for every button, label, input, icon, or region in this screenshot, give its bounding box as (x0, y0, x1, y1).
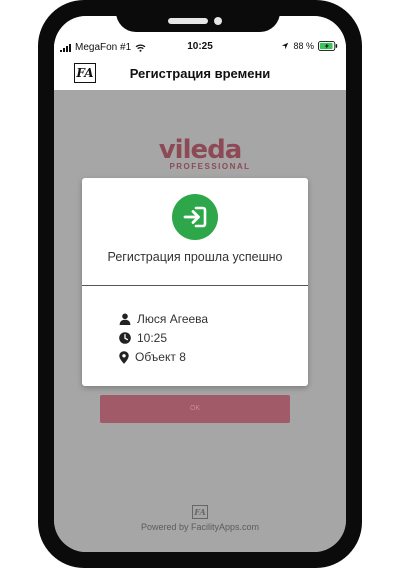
success-dialog: Регистрация прошла успешно Люся Агеева 1… (82, 178, 308, 386)
clock-icon (119, 332, 131, 344)
brand-name: vileda (158, 135, 243, 165)
battery-percent: 88 % (293, 41, 314, 51)
brand-logo: vileda PROFESSIONAL (54, 135, 346, 171)
app-screen: MegaFon #1 10:25 88 % FA Регистрация вре… (54, 16, 346, 552)
location-arrow-icon (282, 42, 289, 50)
location-pin-icon (119, 350, 129, 364)
brand-subtitle: PROFESSIONAL (169, 162, 251, 171)
page-title: Регистрация времени (129, 66, 271, 81)
nav-bar: FA Регистрация времени (54, 60, 346, 90)
success-message: Регистрация прошла успешно (107, 250, 283, 264)
user-name: Люся Агеева (137, 312, 209, 326)
front-camera (214, 17, 222, 25)
info-row-location: Объект 8 (119, 350, 186, 364)
object-name: Объект 8 (135, 350, 186, 364)
footer: FA Powered by FacilityApps.com (54, 502, 346, 532)
phone-notch (116, 0, 280, 32)
divider (82, 285, 308, 286)
info-row-user: Люся Агеева (119, 312, 208, 326)
footer-logo: FA (192, 505, 208, 519)
speaker-grille (168, 18, 208, 24)
user-icon (119, 313, 131, 325)
powered-by-text: Powered by FacilityApps.com (140, 522, 260, 532)
sign-in-icon (172, 194, 218, 240)
battery-charging-icon (318, 41, 338, 51)
status-right: 88 % (281, 41, 338, 51)
info-row-time: 10:25 (119, 331, 167, 345)
registration-time: 10:25 (137, 331, 168, 345)
ok-button[interactable]: OK (100, 395, 290, 423)
